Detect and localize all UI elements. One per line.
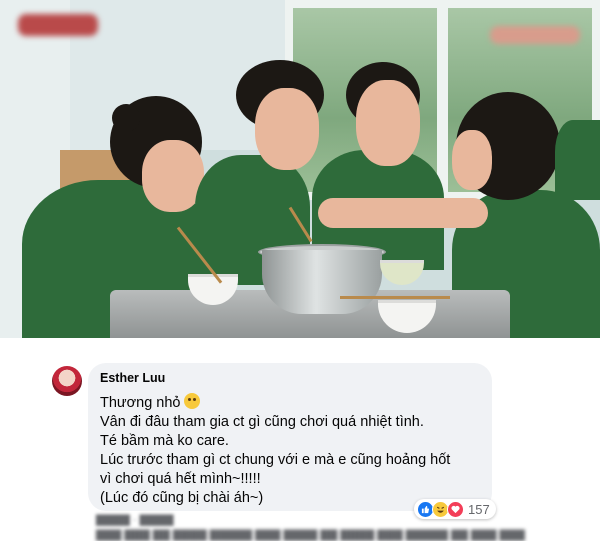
comment-line: vì chơi quá hết mình~!!!!!: [100, 471, 261, 487]
reaction-count: 157: [468, 501, 490, 517]
photo-bowl: [380, 260, 424, 285]
comment-line-text: Thương nhỏ: [100, 395, 181, 411]
love-icon: [447, 500, 464, 518]
photo-pot: [262, 250, 382, 314]
photo-chopstick: [340, 296, 450, 299]
comment-line: Té bầm mà ko care.: [100, 433, 229, 449]
comment-actions-blurred: ▇▇▇▇ · ▇▇▇▇: [96, 514, 174, 526]
reply-preview-blurred: ▇▇▇ ▇▇▇ ▇▇ ▇▇▇▇ ▇▇▇▇▇ ▇▇▇ ▇▇▇▇ ▇▇ ▇▇▇▇ ▇…: [96, 529, 525, 541]
crying-face-icon: [183, 393, 200, 409]
avatar[interactable]: [52, 366, 82, 396]
photo: [0, 0, 600, 338]
reaction-summary[interactable]: 157: [414, 499, 496, 519]
comment-line: Thương nhỏ: [100, 393, 480, 413]
comment-line: Vân đi đâu tham gia ct gì cũng chơi quá …: [100, 414, 424, 430]
comment-line: Lúc trước tham gì ct chung với e mà e cũ…: [100, 452, 451, 468]
blurred-watermark: [490, 26, 580, 44]
blurred-watermark: [18, 14, 98, 36]
comment-author[interactable]: Esther Luu: [100, 371, 480, 386]
comment-bubble: Esther Luu Thương nhỏ Vân đi đâu tham gi…: [88, 363, 492, 511]
